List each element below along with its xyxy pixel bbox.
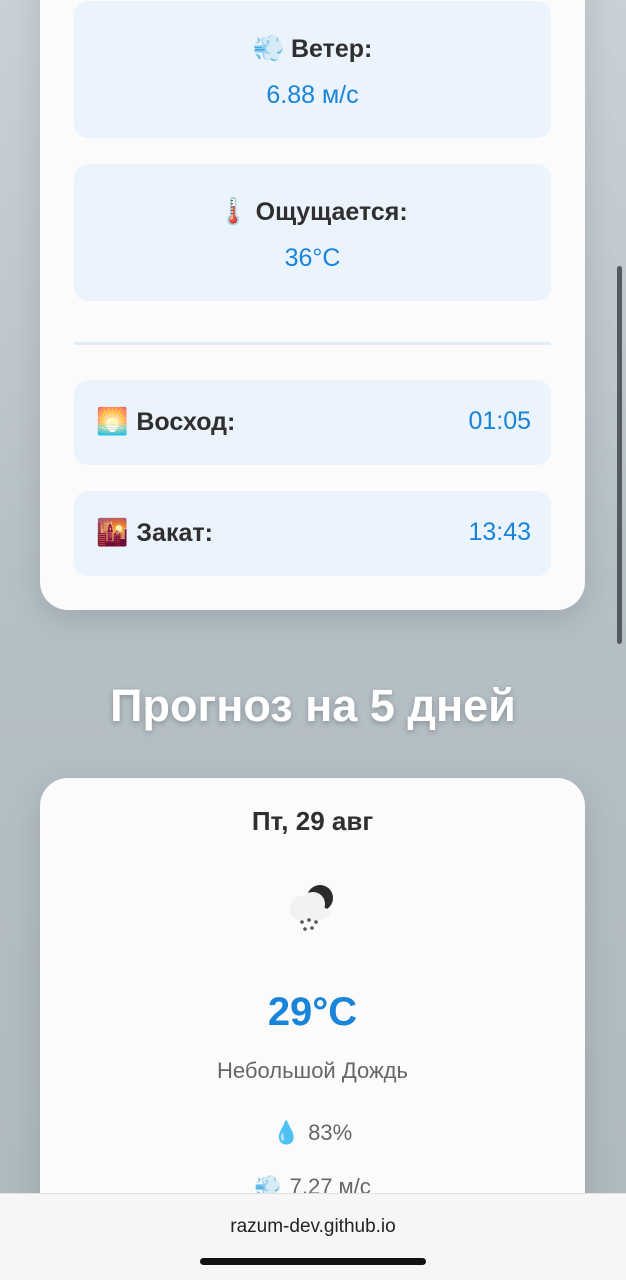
forecast-title: Прогноз на 5 дней [110,680,516,731]
forecast-humidity: 💧 83% [40,1120,585,1146]
home-indicator[interactable] [200,1258,426,1265]
feels-like-value: 36°C [284,244,341,272]
feels-like-stat: 🌡️ Ощущается: 36°C [74,164,551,301]
sunrise-icon: 🌅 [96,406,129,436]
sunset-label: Закат: [136,519,213,547]
forecast-date: Пт, 29 авг [251,806,374,836]
thermometer-icon: 🌡️ [217,196,250,226]
sunrise-row: 🌅 Восход: 01:05 [74,380,551,465]
wind-label: Ветер: [291,35,373,63]
wind-stat: 💨 Ветер: 6.88 м/с [74,1,551,138]
current-weather-card: 💨 Ветер: 6.88 м/с 🌡️ Ощущается: 36°C 🌅 Восх… [40,0,585,610]
sunset-row: 🌇 Закат: 13:43 [74,491,551,576]
sunset-icon: 🌇 [96,517,129,547]
wind-icon: 💨 [252,33,285,63]
sunrise-time: 01:05 [468,407,531,435]
browser-bottom-bar: razum-dev.github.io [0,1193,626,1280]
address-bar[interactable]: razum-dev.github.io [0,1216,626,1238]
sunrise-label: Восход: [136,408,236,436]
droplet-icon: 💧 [272,1120,301,1145]
scrollbar[interactable] [617,266,622,644]
wind-value: 6.88 м/с [266,81,359,109]
forecast-temperature: 29°C [267,990,358,1034]
forecast-description: Небольшой Дождь [217,1058,408,1083]
feels-like-label: Ощущается: [255,198,408,226]
rain-cloud-icon [290,885,333,931]
forecast-humidity-value: 83% [308,1120,353,1145]
divider [74,342,551,345]
sunset-time: 13:43 [468,518,531,546]
